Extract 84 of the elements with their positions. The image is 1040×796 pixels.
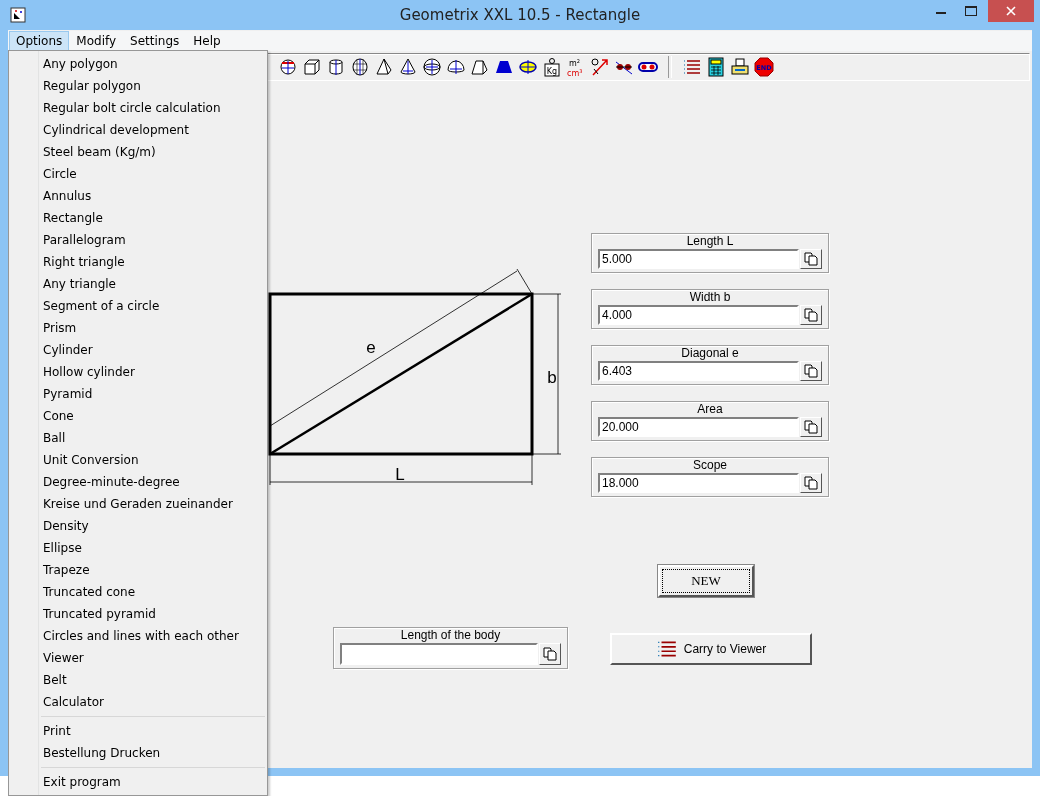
sphere-segment-icon[interactable]	[446, 57, 466, 77]
menu-item[interactable]: Pyramid	[11, 383, 265, 405]
maximize-icon	[965, 6, 977, 16]
menu-item[interactable]: Cylindrical development	[11, 119, 265, 141]
value-field[interactable]: 20.000	[598, 417, 799, 437]
menu-item[interactable]: Parallelogram	[11, 229, 265, 251]
cone-icon[interactable]	[398, 57, 418, 77]
circle-cross-icon[interactable]	[278, 57, 298, 77]
menu-item[interactable]: Belt	[11, 669, 265, 691]
menu-item[interactable]: Degree-minute-degree	[11, 471, 265, 493]
menu-item[interactable]: Unit Conversion	[11, 449, 265, 471]
value-field[interactable]: 6.403	[598, 361, 799, 381]
menu-item[interactable]: Hollow cylinder	[11, 361, 265, 383]
close-icon	[1006, 6, 1016, 16]
menu-item[interactable]: Ellipse	[11, 537, 265, 559]
field-label: Diagonal e	[681, 346, 739, 361]
menu-item[interactable]: Any triangle	[11, 273, 265, 295]
menu-item[interactable]: Regular bolt circle calculation	[11, 97, 265, 119]
width-label: b	[547, 368, 557, 387]
app-icon	[10, 7, 26, 23]
copy-button[interactable]	[800, 249, 822, 269]
length-label: L	[395, 465, 405, 484]
copy-icon	[543, 647, 557, 661]
menu-item[interactable]: Density	[11, 515, 265, 537]
sphere-icon[interactable]	[422, 57, 442, 77]
pyramid-icon[interactable]	[374, 57, 394, 77]
menu-item[interactable]: Circle	[11, 163, 265, 185]
menu-item[interactable]: Cone	[11, 405, 265, 427]
menu-item[interactable]: Exit program	[11, 771, 265, 793]
menu-item[interactable]: Modify	[69, 31, 124, 51]
carry-to-viewer-button[interactable]: Carry to Viewer	[610, 633, 812, 665]
field-label: Scope	[693, 458, 727, 473]
menu-item[interactable]: Kreise und Geraden zueinander	[11, 493, 265, 515]
menu-item[interactable]: Segment of a circle	[11, 295, 265, 317]
copy-icon	[804, 252, 818, 266]
ellipse-icon[interactable]	[518, 57, 538, 77]
copy-icon	[804, 476, 818, 490]
menu-item[interactable]: Settings	[123, 31, 187, 51]
field-label: Width b	[689, 290, 731, 305]
value-field[interactable]: 4.000	[598, 305, 799, 325]
angle-icon[interactable]	[590, 57, 610, 77]
copy-button[interactable]	[800, 417, 822, 437]
menu-item[interactable]: Circles and lines with each other	[11, 625, 265, 647]
list-icon[interactable]	[682, 57, 702, 77]
copy-button[interactable]	[800, 361, 822, 381]
field-label: Length of the body	[400, 628, 501, 643]
menu-item[interactable]: Regular polygon	[11, 75, 265, 97]
copy-icon	[804, 364, 818, 378]
menu-item[interactable]: Right triangle	[11, 251, 265, 273]
value-field[interactable]: 18.000	[598, 473, 799, 493]
printer-icon[interactable]	[730, 57, 750, 77]
value-field[interactable]: 5.000	[598, 249, 799, 269]
cube-icon[interactable]	[302, 57, 322, 77]
field-label: Area	[697, 402, 723, 417]
menu-item[interactable]: Help	[186, 31, 228, 51]
menu-item[interactable]: Bestellung Drucken	[11, 742, 265, 764]
menu-item[interactable]: Viewer	[11, 647, 265, 669]
copy-icon	[804, 308, 818, 322]
diagonal-label: e	[366, 338, 376, 357]
menu-item[interactable]: Truncated cone	[11, 581, 265, 603]
menu-item[interactable]: Any polygon	[11, 53, 265, 75]
menu-item[interactable]: Cylinder	[11, 339, 265, 361]
menu-item[interactable]: Annulus	[11, 185, 265, 207]
menu-item[interactable]: Steel beam (Kg/m)	[11, 141, 265, 163]
field-label: Length L	[686, 234, 734, 249]
copy-button[interactable]	[800, 473, 822, 493]
cylinder-icon[interactable]	[326, 57, 346, 77]
menu-item[interactable]: Truncated pyramid	[11, 603, 265, 625]
new-button[interactable]: NEW	[658, 565, 754, 597]
body-length-field[interactable]	[340, 643, 538, 665]
copy-button[interactable]	[800, 305, 822, 325]
copy-button[interactable]	[539, 643, 561, 665]
menu-item[interactable]: Calculator	[11, 691, 265, 713]
menu-item[interactable]: Ball	[11, 427, 265, 449]
menu-item[interactable]: Options	[9, 31, 70, 51]
menu-item[interactable]: Rectangle	[11, 207, 265, 229]
menu-item[interactable]: Prism	[11, 317, 265, 339]
barrel-icon[interactable]	[350, 57, 370, 77]
menu-item[interactable]: Print	[11, 720, 265, 742]
menu-item[interactable]: Trapeze	[11, 559, 265, 581]
copy-icon	[804, 420, 818, 434]
window-title: Geometrix XXL 10.5 - Rectangle	[399, 6, 641, 24]
calculator-icon[interactable]	[706, 57, 726, 77]
frustum-icon[interactable]	[470, 57, 490, 77]
